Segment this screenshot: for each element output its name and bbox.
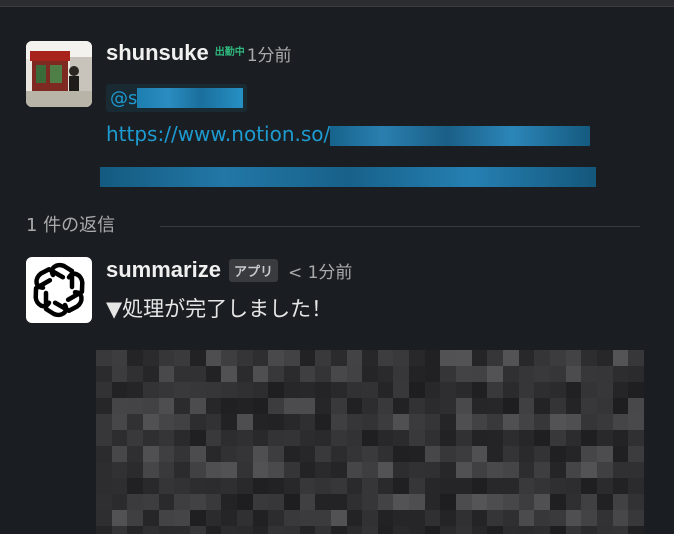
mention-text: @s	[110, 87, 138, 109]
openai-logo-icon	[26, 262, 92, 323]
reply-header: summarize アプリ < 1分前	[106, 257, 352, 283]
redacted-mention	[137, 88, 244, 108]
app-badge: アプリ	[228, 258, 278, 282]
author-name[interactable]: shunsuke	[106, 40, 209, 66]
user-avatar[interactable]	[26, 41, 92, 107]
notion-link-continued[interactable]	[100, 163, 596, 187]
status-emoji[interactable]: 出勤中	[214, 47, 245, 58]
replies-divider	[160, 226, 640, 227]
replies-count: 1 件の返信	[26, 215, 116, 236]
status-emoji-text: 出勤中	[214, 47, 245, 58]
parent-message-header: shunsuke 出勤中 1分前	[106, 40, 292, 66]
top-border	[0, 0, 674, 7]
redacted-link-part	[330, 125, 591, 146]
redacted-link-line2	[100, 166, 596, 187]
notion-link[interactable]: https://www.notion.so/	[106, 122, 591, 146]
redacted-summary-content	[96, 350, 644, 534]
user-mention[interactable]: @s	[106, 84, 248, 112]
app-name[interactable]: summarize	[106, 257, 221, 283]
link-text: https://www.notion.so/	[106, 122, 331, 146]
message-timestamp[interactable]: 1分前	[247, 41, 292, 66]
reply-text: ▼処理が完了しました！	[106, 297, 333, 321]
reply-timestamp[interactable]: < 1分前	[288, 258, 352, 283]
app-avatar[interactable]	[26, 257, 92, 323]
